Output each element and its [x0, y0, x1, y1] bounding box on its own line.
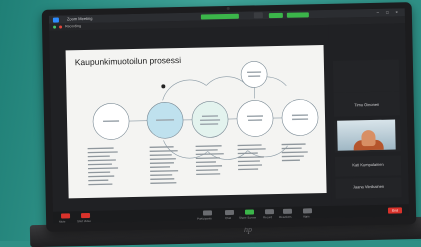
bullet-columns [88, 143, 309, 185]
start-dot [161, 84, 165, 88]
webcam-icon [227, 7, 230, 10]
share-screen-label[interactable]: Share Screen [239, 215, 256, 219]
node-text-line [247, 71, 261, 73]
mute-label[interactable]: Mute [59, 219, 65, 223]
start-video-label[interactable]: Start Video [77, 219, 91, 223]
process-node [237, 100, 274, 137]
microphone-icon[interactable] [61, 213, 70, 218]
participant-name: Kati Kumpulainen [335, 161, 401, 167]
window-title: Zoom Meeting [67, 16, 93, 22]
share-screen-icon[interactable] [245, 209, 254, 214]
screen-share-indicator[interactable] [201, 13, 239, 19]
record-dot-icon [59, 25, 62, 28]
participants-icon[interactable] [203, 210, 212, 215]
end-meeting-button[interactable]: End [388, 207, 402, 213]
participant-tile[interactable] [333, 59, 400, 92]
participant-video [337, 120, 396, 151]
laptop-screen-bezel: Zoom Meeting – □ × Recording Kaupunkimuo… [42, 2, 417, 232]
process-node [192, 101, 229, 138]
record-icon[interactable] [265, 209, 274, 214]
cycle-arc [206, 76, 246, 85]
record-label[interactable]: Record [263, 215, 272, 219]
participant-name [333, 81, 399, 82]
participant-name: Jaana Viinikainen [335, 183, 401, 189]
shield-icon [53, 26, 56, 29]
meeting-screen: Zoom Meeting – □ × Recording Kaupunkimuo… [49, 8, 409, 223]
shared-slide: Kaupunkimuotoilun prosessi [66, 45, 327, 198]
video-camera-icon[interactable] [81, 213, 90, 218]
process-node [282, 99, 319, 136]
participant-tile[interactable]: Kati Kumpulainen [335, 155, 401, 176]
window-controls[interactable]: – □ × [377, 9, 401, 15]
stop-share-pill[interactable] [287, 12, 309, 17]
share-status-pill[interactable] [269, 12, 283, 17]
participants-label[interactable]: Participants [197, 216, 212, 220]
process-node-top [241, 61, 268, 88]
participant-tile[interactable]: Timo Oinonen [334, 91, 400, 116]
node-text-line [248, 75, 260, 77]
recording-label: Recording [65, 24, 81, 28]
participant-video-tile[interactable] [334, 119, 401, 152]
process-diagram [66, 45, 327, 198]
cycle-arc [162, 80, 206, 101]
participant-face [361, 130, 375, 146]
chat-label[interactable]: Chat [225, 216, 231, 220]
cycle-arc [248, 146, 288, 157]
zoom-logo-icon [53, 17, 59, 22]
chat-icon[interactable] [225, 210, 234, 215]
participant-name: Timo Oinonen [334, 101, 400, 107]
view-options-button[interactable] [254, 12, 263, 18]
apps-label[interactable]: Apps [303, 214, 309, 218]
apps-icon[interactable] [303, 208, 312, 213]
cycle-arc [163, 139, 207, 158]
reactions-icon[interactable] [283, 209, 292, 214]
node-text-line [248, 119, 262, 121]
meeting-toolbar: Mute Start Video Participants Chat Share… [53, 204, 409, 223]
reactions-label[interactable]: Reactions [279, 215, 292, 219]
participants-panel: Timo Oinonen Kati Kumpulainen Jaana Viin… [328, 23, 409, 205]
participant-tile[interactable]: Jaana Viinikainen [335, 177, 401, 198]
